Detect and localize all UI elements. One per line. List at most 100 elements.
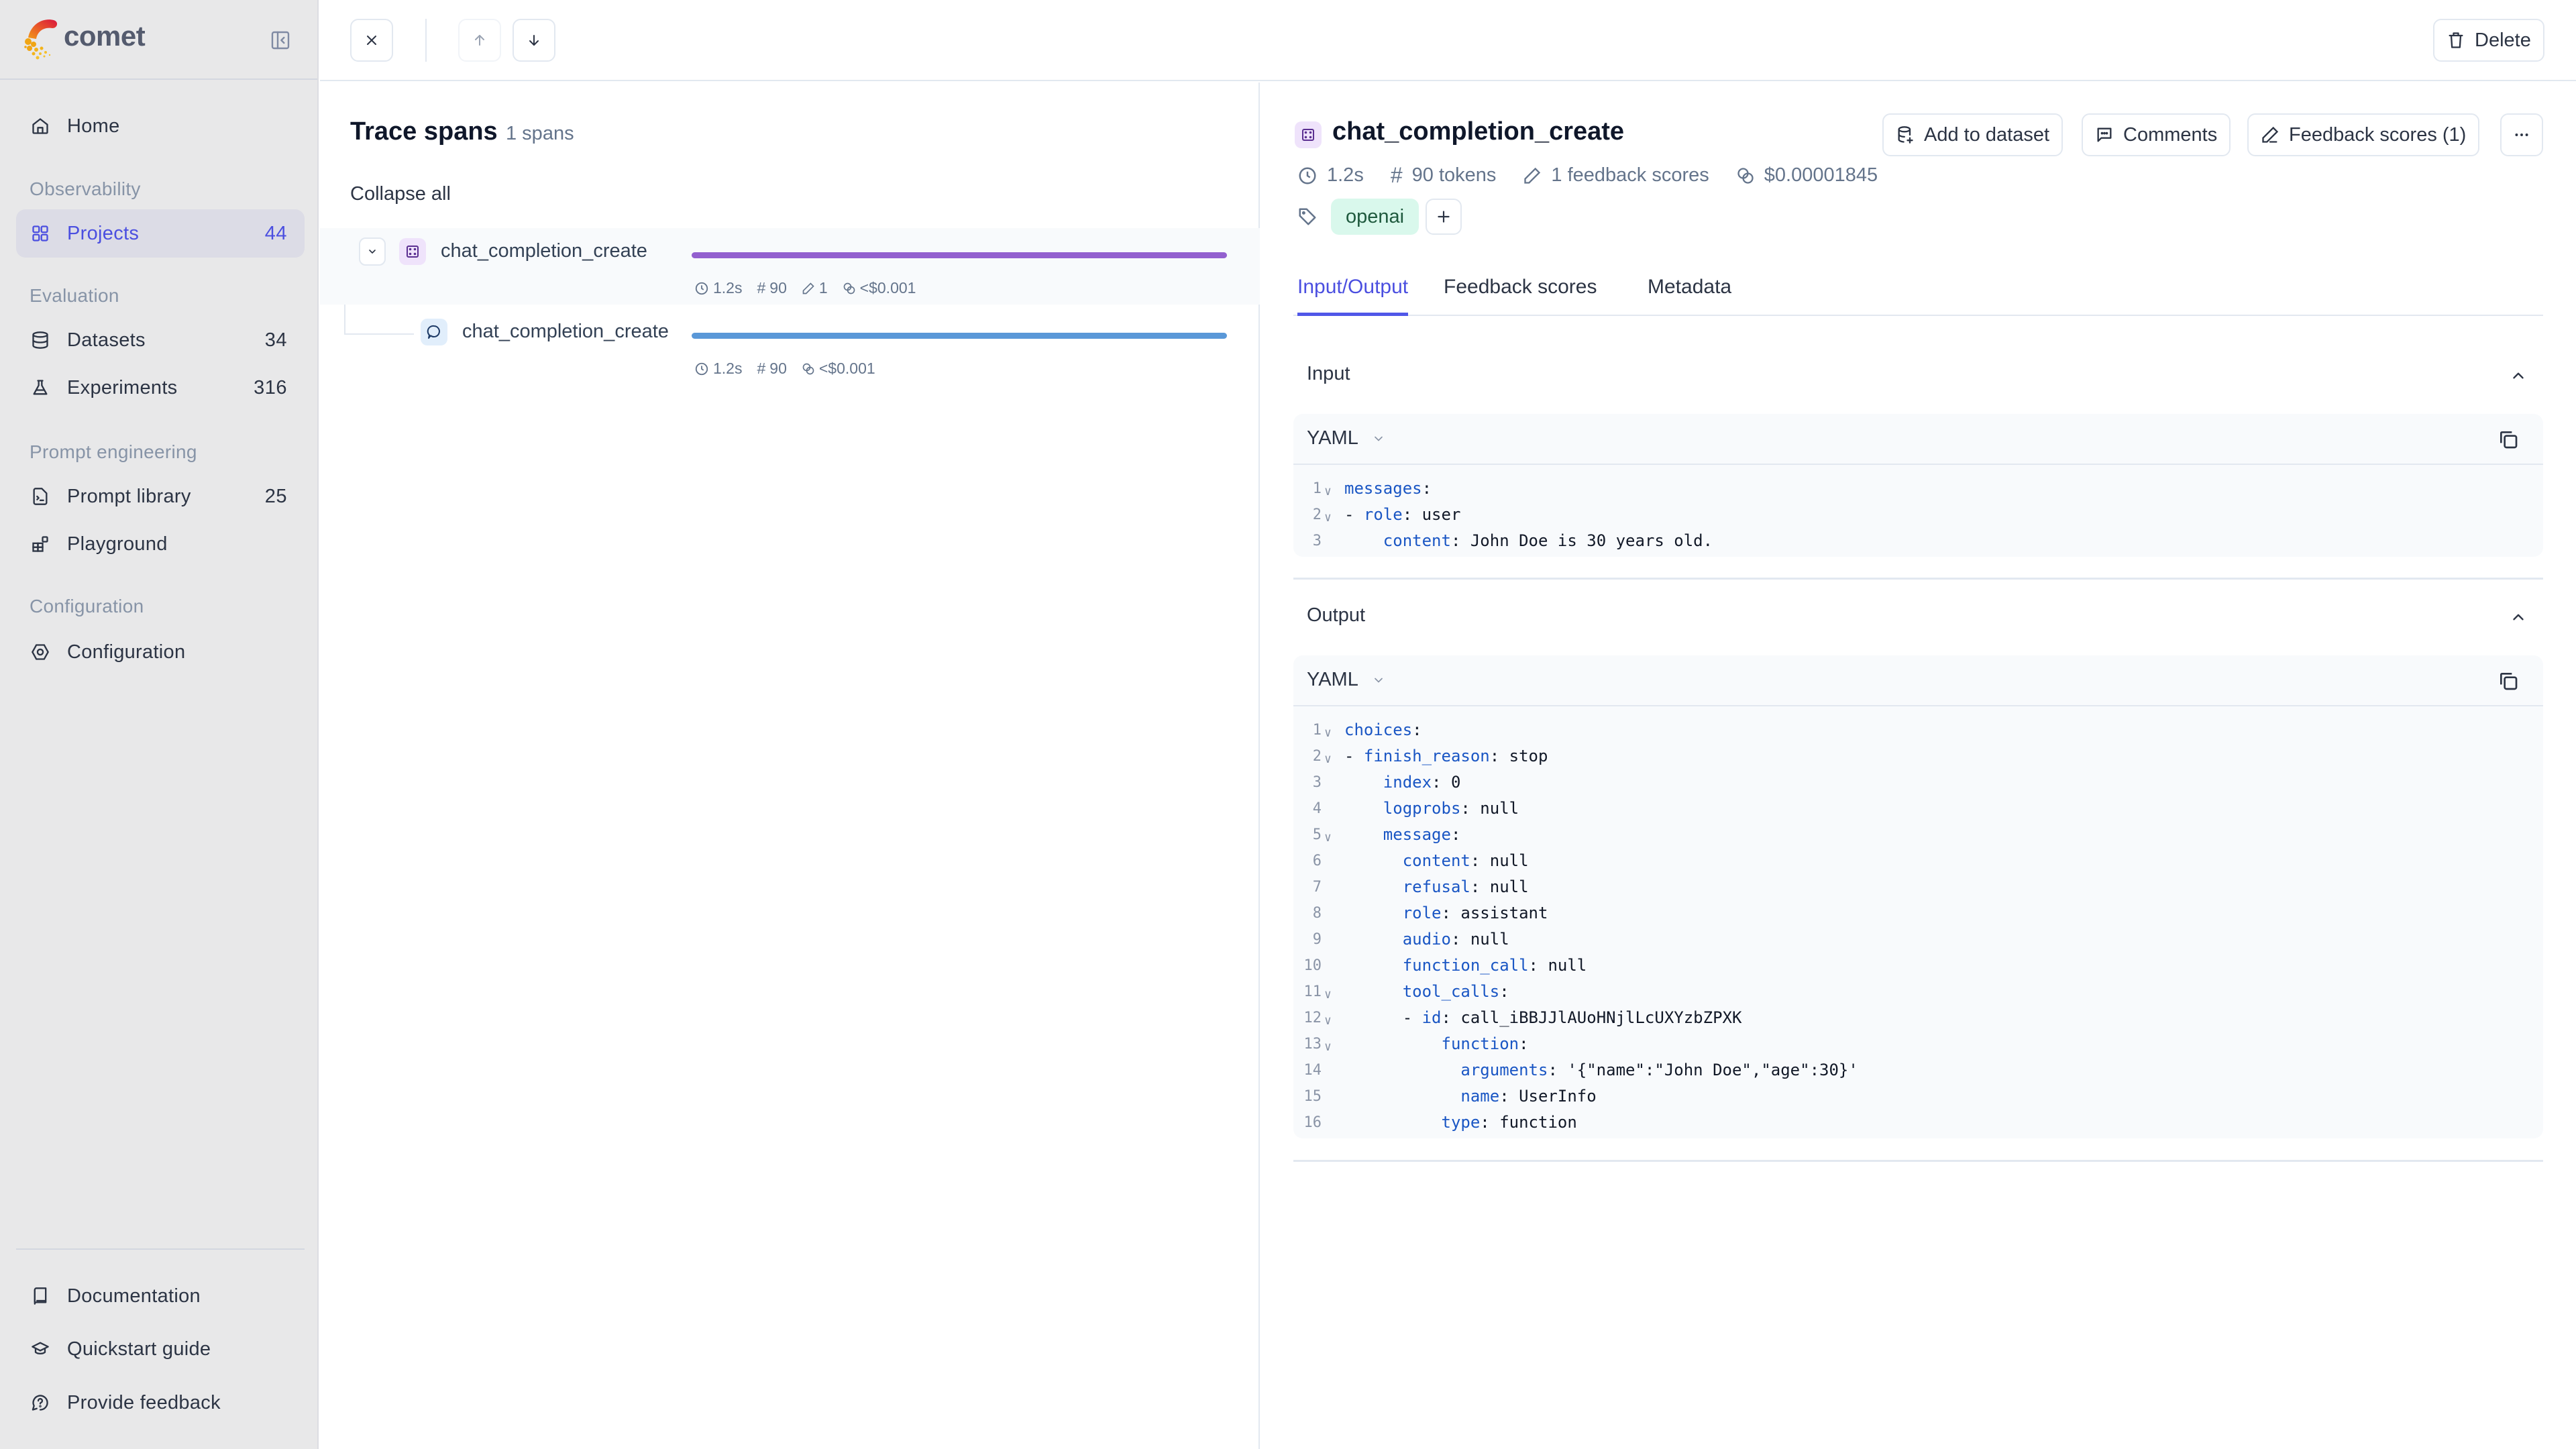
code-text: messages: [1344,476,1432,502]
expand-toggle[interactable] [359,237,386,266]
comet-logo-icon [23,16,62,62]
yaml-value: : null [1470,877,1529,896]
more-actions-button[interactable] [2500,113,2543,156]
comments-button[interactable]: Comments [2082,113,2231,156]
yaml-key: role [1402,904,1442,922]
span-meta: 1.2s #90 <$0.001 [694,360,875,378]
code-text: choices: [1344,717,1422,743]
graduation-cap-icon [31,1340,50,1358]
delete-button[interactable]: Delete [2433,19,2544,62]
sidebar-item-documentation[interactable]: Documentation [16,1272,305,1320]
span-tokens: 90 [769,360,787,377]
yaml-key: function [1441,1034,1519,1053]
trash-icon [2449,32,2463,48]
close-button[interactable] [350,19,393,62]
fold-chevron-icon[interactable]: ∨ [1324,1034,1332,1060]
sidebar-item-prompt-library[interactable]: Prompt library 25 [16,472,305,521]
code-text: message: [1344,822,1461,848]
span-cost: <$0.001 [859,279,916,297]
duration: 1.2s [1327,164,1364,186]
output-format-select[interactable]: YAML [1307,669,1385,691]
yaml-value: : [1421,479,1432,498]
tag-icon [1299,208,1316,225]
fold-chevron-icon[interactable]: ∨ [1324,1008,1332,1034]
tab-input-output[interactable]: Input/Output [1297,264,1409,316]
sidebar-item-quickstart[interactable]: Quickstart guide [16,1325,305,1373]
yaml-value: : 0 [1432,773,1461,792]
fold-chevron-icon[interactable]: ∨ [1324,720,1332,746]
code-text: refusal: null [1344,874,1529,900]
input-format-select[interactable]: YAML [1307,427,1385,449]
arrow-down-icon [529,35,539,46]
sidebar-item-provide-feedback[interactable]: Provide feedback [16,1379,305,1427]
input-code[interactable]: 1 ∨ messages: 2 ∨ - role: user 3 content: John… [1293,476,2543,554]
yaml-value: : null [1460,799,1519,818]
code-line: 3 content: John Doe is 30 years old. [1293,528,2543,554]
code-text: audio: null [1344,926,1509,953]
sidebar-item-datasets[interactable]: Datasets 34 [16,316,305,364]
span-meta: 1.2s #90 tokens 1 feedback scores $0.000… [1297,163,1878,188]
line-number: 7 [1312,879,1322,896]
fold-chevron-icon[interactable]: ∨ [1324,746,1332,772]
feedback-scores-button[interactable]: Feedback scores (1) [2247,113,2480,156]
sidebar-item-projects[interactable]: Projects 44 [16,209,305,258]
sidebar-item-playground[interactable]: Playground [16,520,305,568]
clock-icon [695,282,708,294]
code-text: function: [1344,1031,1529,1057]
chevron-up-icon [2510,367,2527,384]
cost: $0.00001845 [1764,164,1878,186]
fold-chevron-icon[interactable]: ∨ [1324,981,1332,1008]
sidebar-item-configuration[interactable]: Configuration [16,628,305,676]
tag-openai[interactable]: openai [1331,199,1419,235]
copy-output-button[interactable] [2498,670,2519,692]
yaml-value: : [1519,1034,1529,1053]
trace-spans-count: 1 spans [506,123,574,144]
fold-chevron-icon[interactable]: ∨ [1324,478,1332,504]
code-text: tool_calls: [1344,979,1509,1005]
span-name: chat_completion_create [441,240,647,262]
tab-metadata[interactable]: Metadata [1648,264,1731,316]
yaml-key: function_call [1402,956,1529,975]
input-format-label: YAML [1307,427,1358,449]
yaml-key: messages [1344,479,1422,498]
add-to-dataset-button[interactable]: Add to dataset [1882,113,2063,156]
fold-chevron-icon[interactable]: ∨ [1324,504,1332,531]
line-number: 16 [1303,1114,1322,1131]
next-button[interactable] [513,19,555,62]
settings-hex-icon [31,643,50,661]
add-tag-button[interactable] [1426,199,1462,235]
span-row[interactable]: chat_completion_create 1.2s #90 <$0.001 [320,309,1260,385]
tab-feedback-scores[interactable]: Feedback scores [1444,264,1597,316]
database-plus-icon [1898,126,1913,144]
previous-button[interactable] [458,19,501,62]
tags-row: openai [1297,199,1462,235]
sidebar-item-home[interactable]: Home [16,102,305,150]
pencil-icon [802,282,814,294]
yaml-key: id [1421,1008,1442,1027]
line-number: 10 [1303,957,1322,974]
sidebar-divider [16,1248,305,1250]
yaml-key: content [1402,851,1470,870]
output-code[interactable]: 1 ∨ choices: 2 ∨ - finish_reason: stop 3 index… [1293,717,2543,1136]
line-number: 3 [1312,533,1322,549]
yaml-value: : call_iBBJJlAUoHNjlLcUXYzbZPXK [1441,1008,1742,1027]
copy-input-button[interactable] [2498,429,2519,450]
yaml-value: : function [1480,1113,1577,1132]
input-section-header[interactable]: Input [1293,351,2543,398]
code-line: 3 index: 0 [1293,769,2543,796]
span-row[interactable]: chat_completion_create 1.2s #90 1 <$0.00… [320,228,1260,305]
line-number: 9 [1312,931,1322,948]
output-section-header[interactable]: Output [1293,592,2543,639]
hash-icon: # [757,279,766,297]
code-text: index: 0 [1344,769,1461,796]
code-text: name: UserInfo [1344,1083,1596,1110]
tokens: 90 tokens [1411,164,1497,186]
yaml-key: message [1383,825,1451,844]
collapse-all-button[interactable]: Collapse all [350,183,451,205]
copy-icon [2500,673,2518,690]
collapse-sidebar-button[interactable] [270,30,291,51]
trace-spans-title: Trace spans [350,117,498,146]
sidebar-item-experiments[interactable]: Experiments 316 [16,364,305,412]
fold-chevron-icon[interactable]: ∨ [1324,824,1332,851]
span-duration: 1.2s [713,279,743,297]
